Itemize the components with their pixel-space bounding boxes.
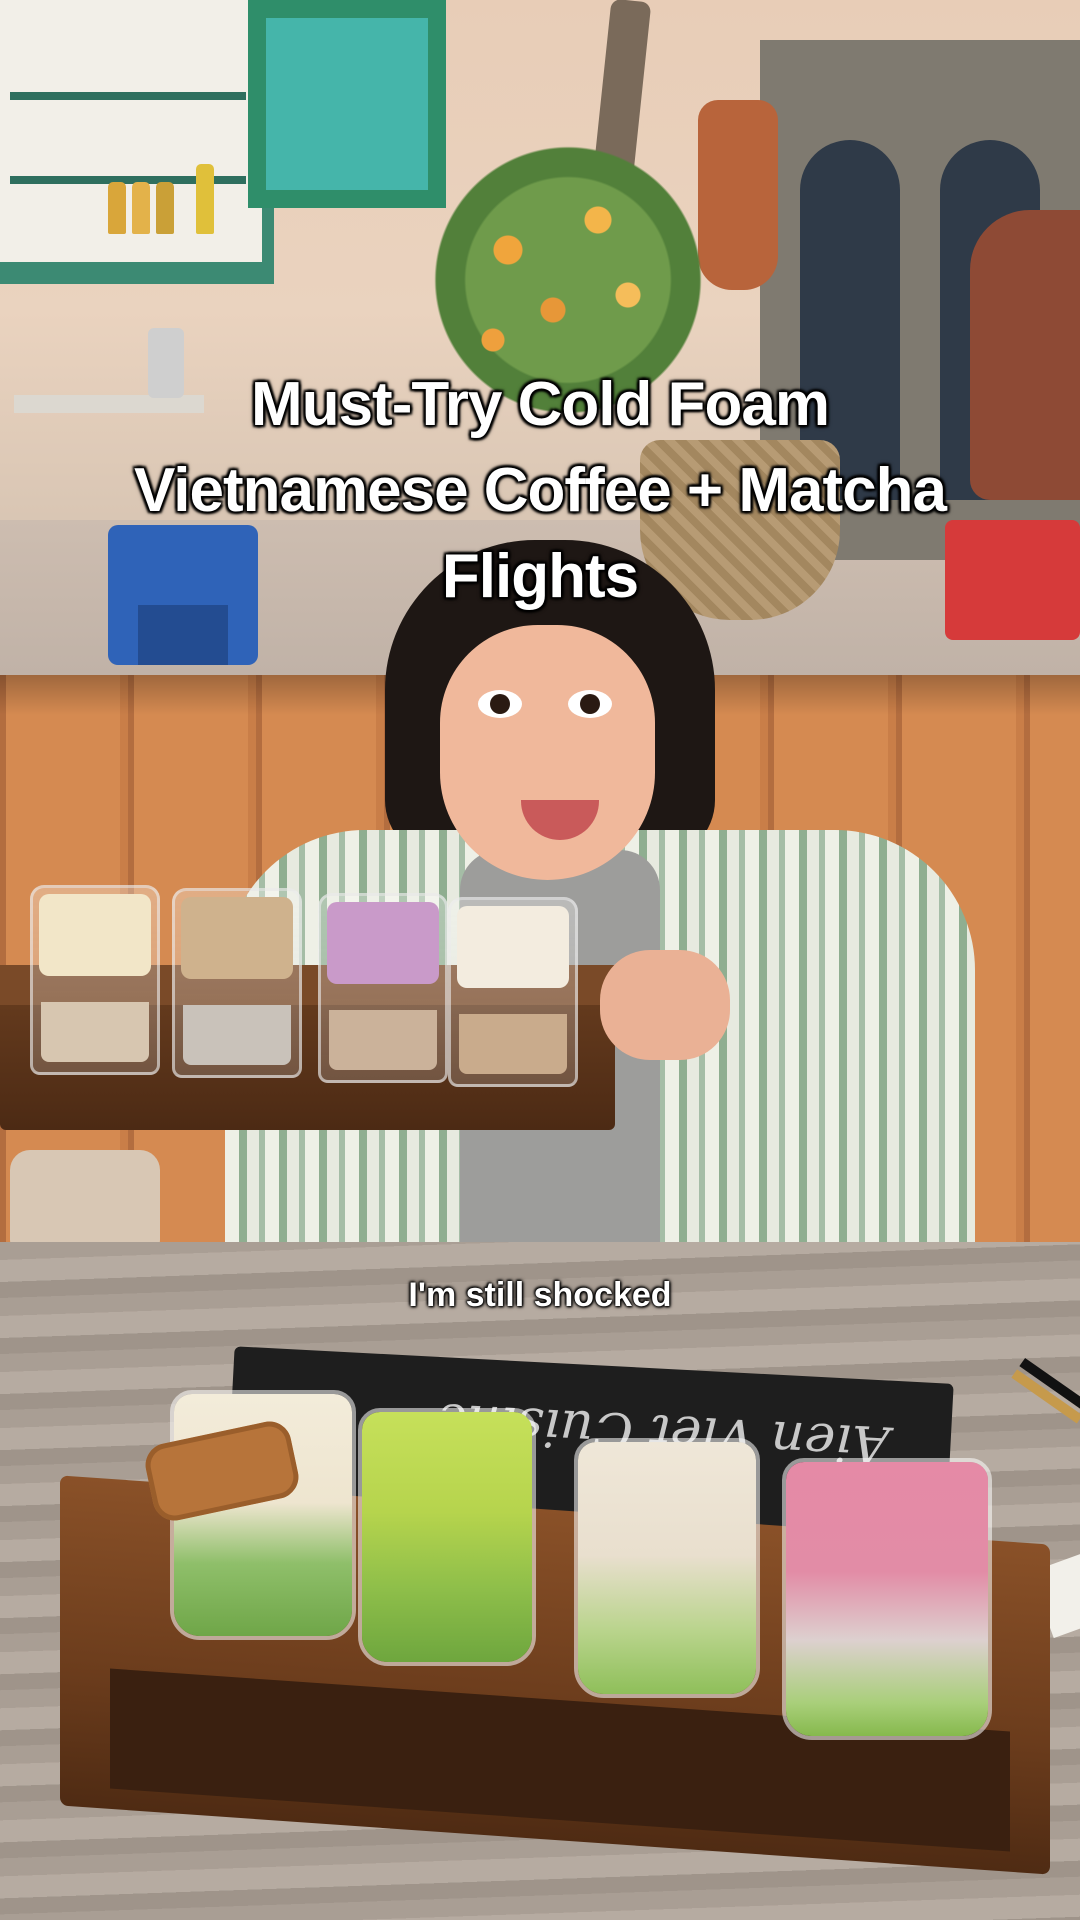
matcha-cup-pink-foam [782,1458,992,1740]
person-eye-right [568,690,612,718]
held-cup-2 [172,888,302,1078]
title-line-3: Flights [441,542,639,611]
matcha-cup-coffee-foam [574,1438,760,1698]
person-hand [600,950,730,1060]
title-line-2: Vietnamese Coffee + Matcha [134,456,947,525]
video-title-overlay: Must-Try Cold Foam Vietnamese Coffee + M… [20,362,1060,620]
matcha-cup-green [358,1408,536,1666]
video-frame: Aien Viet Cuisine Must-Try Cold Foam Vie… [0,0,1080,1920]
mural-window [248,0,446,208]
subtitle-caption: I'm still shocked [408,1276,672,1314]
held-cup-4 [448,897,578,1087]
person-face [440,625,655,880]
mural-shop-shelf [0,0,274,284]
person-eye-left [478,690,522,718]
title-line-1: Must-Try Cold Foam [251,370,830,439]
held-cup-3 [318,893,448,1083]
held-cup-1 [30,885,160,1075]
